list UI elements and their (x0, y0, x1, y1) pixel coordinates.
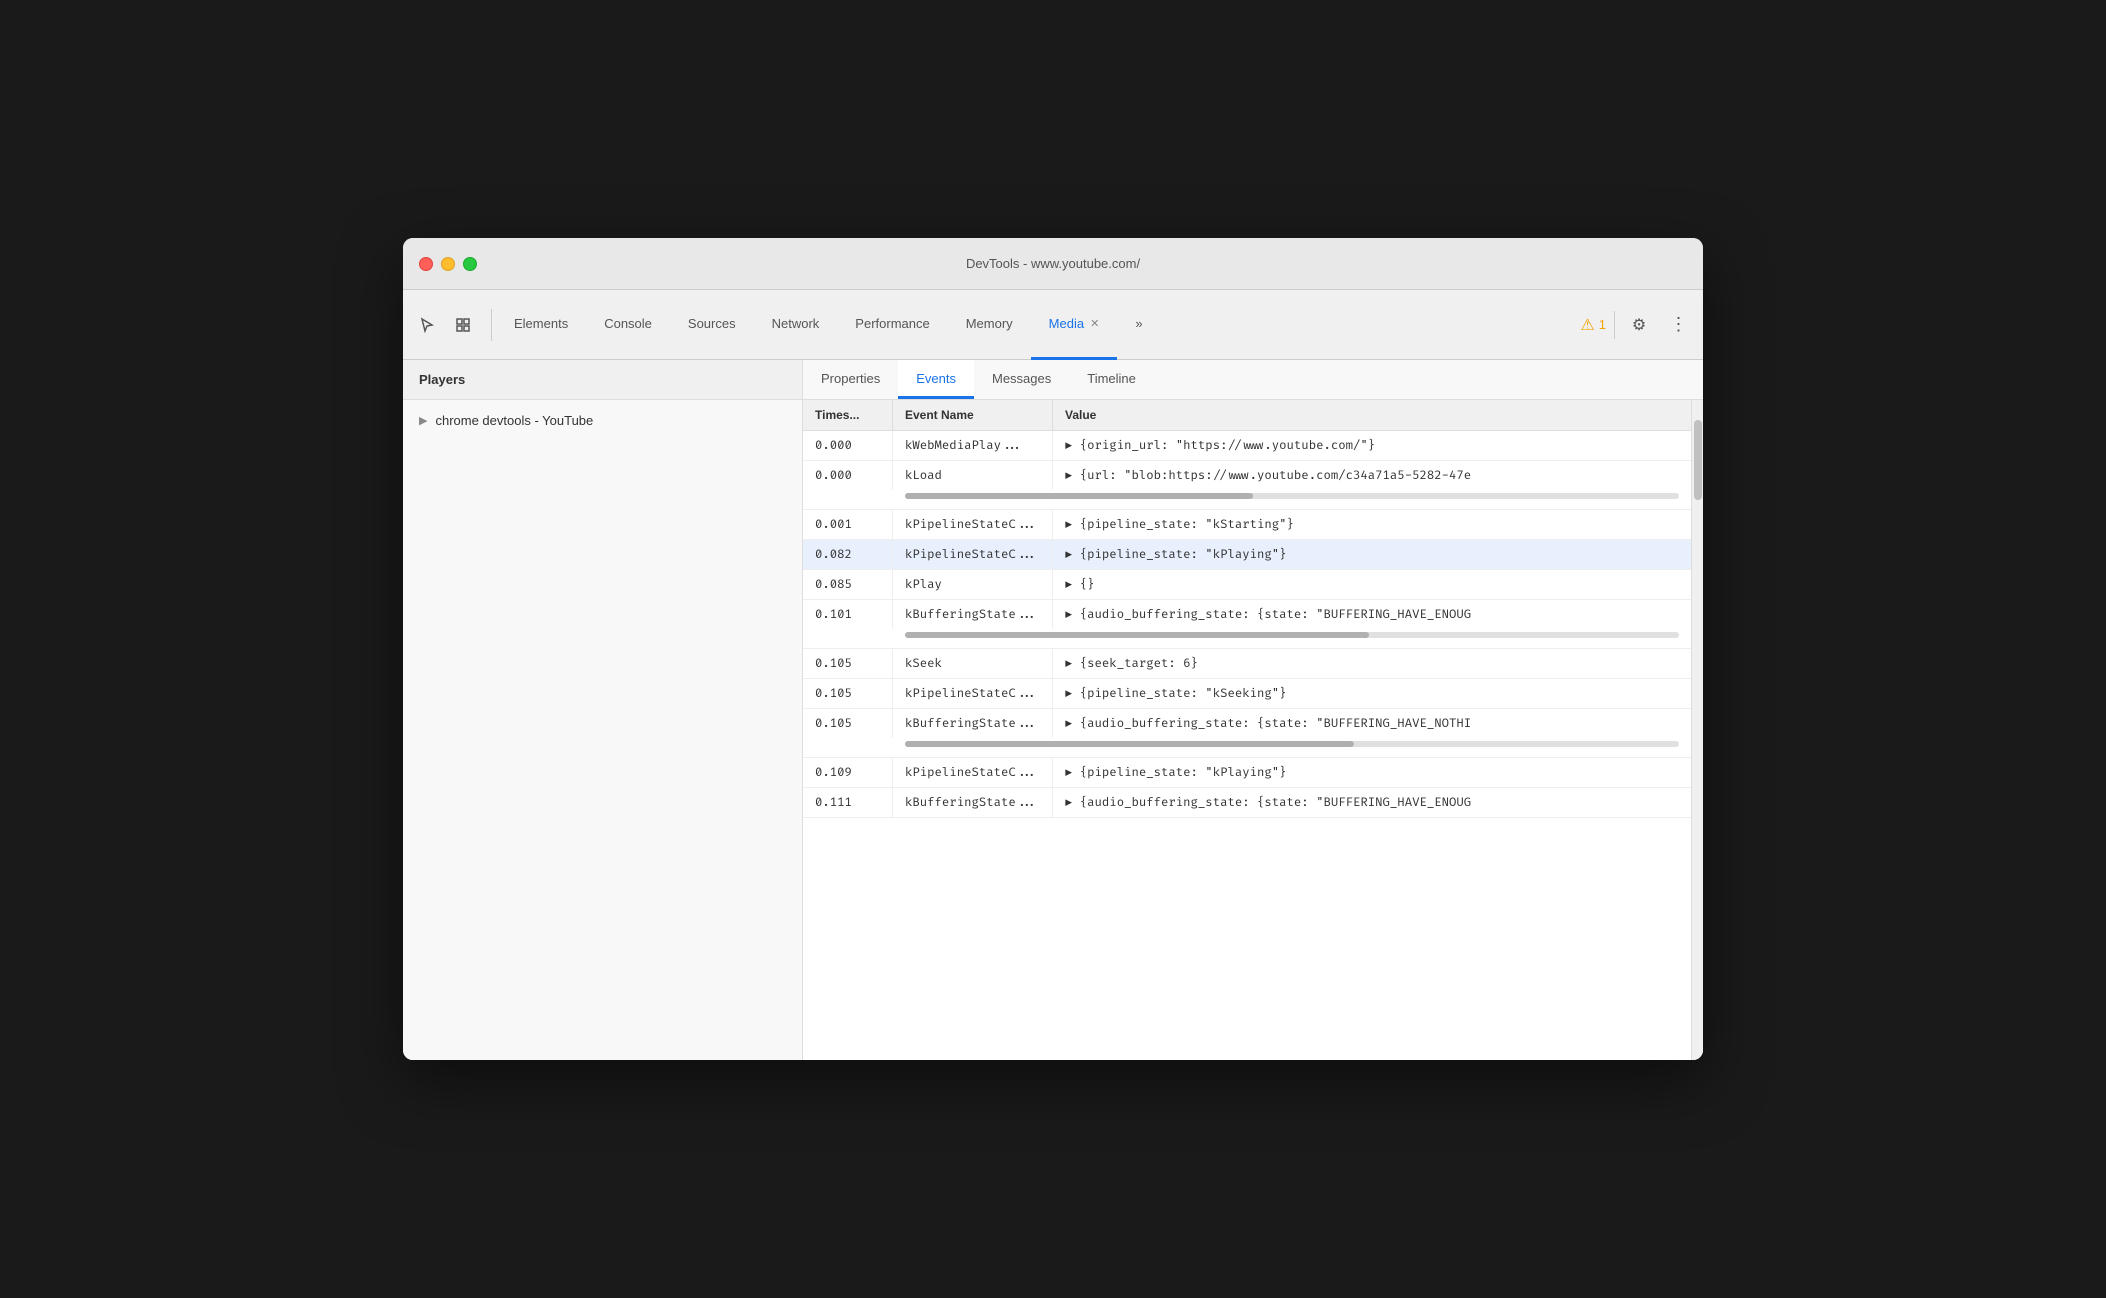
subtab-timeline[interactable]: Timeline (1069, 360, 1154, 399)
expand-arrow-icon: ▶ (419, 414, 427, 427)
cell-time: 0.109 (803, 758, 893, 787)
inspect-tool-button[interactable] (447, 309, 479, 341)
subtab-events[interactable]: Events (898, 360, 974, 399)
right-panel: Properties Events Messages Timeline Time… (803, 360, 1703, 1060)
table-row-group: 0.000 kLoad ▶ {url: "blob:https://www.yo… (803, 461, 1691, 510)
table-header: Times... Event Name Value (803, 400, 1691, 431)
table-row[interactable]: 0.082 kPipelineStateC... ▶ {pipeline_sta… (803, 540, 1691, 570)
cell-value: ▶ {audio_buffering_state: {state: "BUFFE… (1053, 788, 1691, 817)
settings-button[interactable]: ⚙ (1623, 309, 1655, 341)
cell-event: kBufferingState... (893, 600, 1053, 629)
cell-time: 0.000 (803, 431, 893, 460)
players-sidebar: Players ▶ chrome devtools - YouTube (403, 360, 803, 1060)
cell-event: kBufferingState... (893, 788, 1053, 817)
cell-time: 0.000 (803, 461, 893, 490)
cell-time: 0.085 (803, 570, 893, 599)
col-timestamp: Times... (803, 400, 893, 430)
subtab-properties[interactable]: Properties (803, 360, 898, 399)
tab-network[interactable]: Network (754, 290, 838, 360)
tab-performance[interactable]: Performance (837, 290, 947, 360)
cell-event: kWebMediaPlay... (893, 431, 1053, 460)
cell-event: kPipelineStateC... (893, 540, 1053, 569)
right-panel-wrapper: Times... Event Name Value 0.000 kWebMedi… (803, 400, 1703, 1060)
horizontal-scrollbar[interactable] (803, 629, 1691, 649)
tab-elements[interactable]: Elements (496, 290, 586, 360)
col-value: Value (1053, 400, 1691, 430)
cell-value: ▶ {seek_target: 6} (1053, 649, 1691, 678)
table-row-group: 0.101 kBufferingState... ▶ {audio_buffer… (803, 600, 1691, 649)
title-bar: DevTools - www.youtube.com/ (403, 238, 1703, 290)
cell-value: ▶ {} (1053, 570, 1691, 599)
toolbar-right: ⚠ 1 ⚙ ⋮ (1564, 309, 1695, 341)
settings-icon: ⚙ (1632, 315, 1646, 335)
table-row[interactable]: 0.105 kPipelineStateC... ▶ {pipeline_sta… (803, 679, 1691, 709)
cell-value: ▶ {pipeline_state: "kPlaying"} (1053, 758, 1691, 787)
cell-value: ▶ {pipeline_state: "kPlaying"} (1053, 540, 1691, 569)
cell-value: ▶ {url: "blob:https://www.youtube.com/c3… (1053, 461, 1691, 490)
devtools-toolbar: Elements Console Sources Network Perform… (403, 290, 1703, 360)
cell-event: kPlay (893, 570, 1053, 599)
close-button[interactable] (419, 257, 433, 271)
more-options-button[interactable]: ⋮ (1663, 309, 1695, 341)
table-row[interactable]: 0.105 kSeek ▶ {seek_target: 6} (803, 649, 1691, 679)
cell-time: 0.101 (803, 600, 893, 629)
table-row[interactable]: 0.101 kBufferingState... ▶ {audio_buffer… (803, 600, 1691, 629)
cell-time: 0.105 (803, 649, 893, 678)
devtools-window: DevTools - www.youtube.com/ Elements (403, 238, 1703, 1060)
table-row[interactable]: 0.001 kPipelineStateC... ▶ {pipeline_sta… (803, 510, 1691, 540)
cell-value: ▶ {audio_buffering_state: {state: "BUFFE… (1053, 600, 1691, 629)
tab-sources[interactable]: Sources (670, 290, 754, 360)
traffic-lights (419, 257, 477, 271)
events-table[interactable]: Times... Event Name Value 0.000 kWebMedi… (803, 400, 1691, 1060)
tab-more[interactable]: » (1117, 290, 1160, 360)
maximize-button[interactable] (463, 257, 477, 271)
more-options-icon: ⋮ (1670, 314, 1689, 335)
cell-time: 0.001 (803, 510, 893, 539)
vertical-scrollbar[interactable] (1691, 400, 1703, 1060)
table-row[interactable]: 0.109 kPipelineStateC... ▶ {pipeline_sta… (803, 758, 1691, 788)
cell-value: ▶ {origin_url: "https://www.youtube.com/… (1053, 431, 1691, 460)
warning-icon: ⚠ (1580, 315, 1594, 335)
sub-tabs: Properties Events Messages Timeline (803, 360, 1703, 400)
cell-event: kLoad (893, 461, 1053, 490)
main-content: Players ▶ chrome devtools - YouTube Prop… (403, 360, 1703, 1060)
horizontal-scrollbar[interactable] (803, 490, 1691, 510)
cell-event: kPipelineStateC... (893, 679, 1053, 708)
col-event-name: Event Name (893, 400, 1053, 430)
table-row[interactable]: 0.000 kWebMediaPlay... ▶ {origin_url: "h… (803, 431, 1691, 461)
table-row[interactable]: 0.105 kBufferingState... ▶ {audio_buffer… (803, 709, 1691, 738)
warning-badge[interactable]: ⚠ 1 (1572, 311, 1615, 339)
cell-event: kPipelineStateC... (893, 758, 1053, 787)
warning-count: 1 (1599, 317, 1606, 332)
tab-media-close[interactable]: ✕ (1090, 317, 1099, 330)
cell-value: ▶ {audio_buffering_state: {state: "BUFFE… (1053, 709, 1691, 738)
cell-event: kBufferingState... (893, 709, 1053, 738)
table-row[interactable]: 0.000 kLoad ▶ {url: "blob:https://www.yo… (803, 461, 1691, 490)
cell-time: 0.082 (803, 540, 893, 569)
window-title: DevTools - www.youtube.com/ (966, 256, 1140, 271)
cell-event: kSeek (893, 649, 1053, 678)
cursor-tool-button[interactable] (411, 309, 443, 341)
table-row-group: 0.105 kBufferingState... ▶ {audio_buffer… (803, 709, 1691, 758)
tab-media[interactable]: Media ✕ (1031, 290, 1118, 360)
cell-time: 0.105 (803, 709, 893, 738)
horizontal-scrollbar[interactable] (803, 738, 1691, 758)
cell-time: 0.105 (803, 679, 893, 708)
nav-tabs: Elements Console Sources Network Perform… (496, 290, 1564, 360)
cell-time: 0.111 (803, 788, 893, 817)
toolbar-icons (411, 309, 492, 341)
cell-value: ▶ {pipeline_state: "kStarting"} (1053, 510, 1691, 539)
table-row[interactable]: 0.111 kBufferingState... ▶ {audio_buffer… (803, 788, 1691, 818)
cell-event: kPipelineStateC... (893, 510, 1053, 539)
scrollbar-thumb[interactable] (1694, 420, 1702, 500)
table-row[interactable]: 0.085 kPlay ▶ {} (803, 570, 1691, 600)
cell-value: ▶ {pipeline_state: "kSeeking"} (1053, 679, 1691, 708)
subtab-messages[interactable]: Messages (974, 360, 1069, 399)
players-header: Players (403, 360, 802, 400)
tab-memory[interactable]: Memory (948, 290, 1031, 360)
minimize-button[interactable] (441, 257, 455, 271)
tab-console[interactable]: Console (586, 290, 670, 360)
sidebar-item-youtube[interactable]: ▶ chrome devtools - YouTube (403, 400, 802, 440)
